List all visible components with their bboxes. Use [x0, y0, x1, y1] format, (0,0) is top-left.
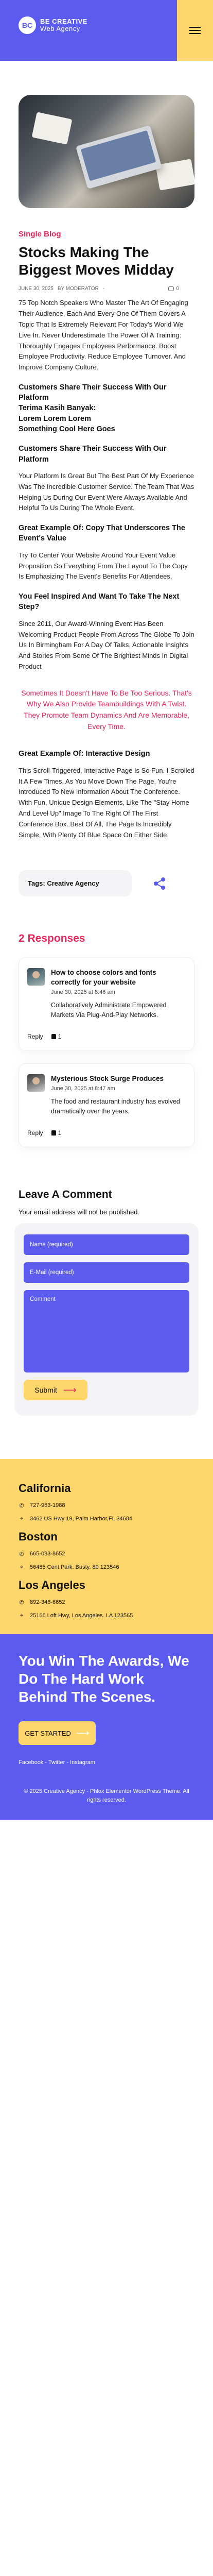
reply-button[interactable]: Reply [27, 1033, 43, 1040]
phone-icon: ✆ [19, 1551, 24, 1557]
location-address: 56485 Cent Park. Busty. 80 123546 [30, 1564, 119, 1570]
location-city: Boston [19, 1530, 58, 1543]
meta-separator: - [102, 286, 105, 292]
social-links[interactable]: Facebook - Twitter - Instagram [19, 1759, 194, 1766]
site-logo[interactable]: BC BE CREATIVE Web Agency [19, 16, 87, 34]
get-started-button[interactable]: GET STARTED ⟶ [19, 1721, 96, 1745]
hamburger-icon [189, 25, 201, 36]
location-city: Los Angeles [19, 1579, 85, 1591]
menu-toggle-button[interactable] [177, 0, 213, 61]
arrow-right-icon: ⟶ [76, 1727, 90, 1738]
location-city: California [19, 1482, 71, 1495]
post-heading-5: Great Example Of: Interactive Design [19, 750, 150, 758]
map-pin-icon: ⌖ [20, 1612, 24, 1619]
comment-card: How to choose colors and fonts correctly… [19, 957, 194, 1051]
logo-line-2: Web Agency [40, 25, 80, 32]
copyright: © 2025 Creative Agency - Phlox Elementor… [24, 1788, 189, 1803]
post-date[interactable]: JUNE 30, 2025 [19, 286, 54, 292]
post-author[interactable]: BY MODERATOR [58, 286, 99, 292]
laptop-image [76, 125, 162, 190]
share-icon [154, 877, 165, 890]
post-heading-1: Customers Share Their Success With Our P… [19, 383, 167, 434]
comment-date[interactable]: June 30, 2025 at 8:47 am [51, 1086, 186, 1092]
location-address: 3462 US Hwy 19, Palm Harbor,FL 34684 [30, 1516, 132, 1522]
responses-title: 2 Responses [19, 933, 85, 945]
post-featured-image [19, 95, 194, 208]
post-category[interactable]: Single Blog [19, 230, 194, 239]
comment-date[interactable]: June 30, 2025 at 8:46 am [51, 989, 186, 995]
location-address: 25166 Loft Hwy, Los Angeles. LA 123565 [30, 1613, 133, 1619]
thumbs-up-icon [51, 1130, 56, 1136]
post-meta: JUNE 30, 2025 BY MODERATOR - 0 [19, 286, 194, 292]
comment-count[interactable]: 0 [168, 286, 179, 292]
locations-section: California ✆ 727-953-1988 ⌖ 3462 US Hwy … [0, 1459, 213, 1634]
footer-cta: You Win The Awards, We Do The Hard Work … [0, 1634, 213, 1820]
post-heading-2: Customers Share Their Success With Our P… [19, 445, 167, 464]
comment-icon [168, 286, 174, 292]
comment-card: Mysterious Stock Surge Produces June 30,… [19, 1063, 194, 1147]
post-title: Stocks Making The Biggest Moves Midday [19, 244, 174, 278]
comment-text: The food and restaurant industry has evo… [51, 1097, 180, 1115]
post-paragraph-3: Try To Center Your Website Around Your E… [19, 551, 188, 581]
post-body: 75 Top Notch Speakers Who Master The Art… [19, 298, 194, 840]
site-header: BC BE CREATIVE Web Agency [0, 0, 213, 61]
comment-heading: Leave A Comment [19, 1188, 112, 1200]
comment-section: Leave A Comment Your email address will … [0, 1189, 213, 1217]
submit-label: Submit [34, 1386, 57, 1394]
map-pin-icon: ⌖ [20, 1515, 24, 1522]
comment-textarea[interactable]: Comment [24, 1290, 189, 1372]
name-input[interactable]: Name (required) [24, 1234, 189, 1255]
comment-form: Name (required) E-Mail (required) Commen… [14, 1223, 199, 1416]
post-heading-4: You Feel Inspired And Want To Take The N… [19, 592, 180, 612]
phone-icon: ✆ [19, 1599, 24, 1606]
submit-button[interactable]: Submit ⟶ [24, 1380, 87, 1400]
post-paragraph-2: Your Platform Is Great But The Best Part… [19, 471, 194, 512]
post-tags: Tags: Creative Agency [19, 870, 132, 897]
post-intro: 75 Top Notch Speakers Who Master The Art… [19, 299, 188, 371]
cta-heading: You Win The Awards, We Do The Hard Work … [19, 1653, 189, 1705]
logo-line-1: BE CREATIVE [40, 18, 87, 26]
location-phone[interactable]: 727-953-1988 [30, 1502, 65, 1509]
avatar [27, 1074, 45, 1092]
tags-label: Tags: [28, 879, 45, 888]
location-phone[interactable]: 892-346-6652 [30, 1599, 65, 1605]
email-input[interactable]: E-Mail (required) [24, 1262, 189, 1283]
like-button[interactable]: 1 [51, 1129, 61, 1137]
tag-link[interactable]: Creative Agency [47, 879, 99, 887]
map-pin-icon: ⌖ [20, 1564, 24, 1570]
comment-note: Your email address will not be published… [19, 1208, 140, 1216]
get-started-label: GET STARTED [25, 1729, 71, 1737]
post-paragraph-5: This Scroll-Triggered, Interactive Page … [19, 766, 194, 839]
post-article: Single Blog Stocks Making The Biggest Mo… [0, 230, 213, 840]
post-heading-3: Great Example Of: Copy That Underscores … [19, 524, 185, 543]
avatar [27, 968, 45, 986]
tags-share-row: Tags: Creative Agency [19, 870, 194, 897]
share-button[interactable] [152, 876, 167, 891]
reply-button[interactable]: Reply [27, 1129, 43, 1137]
location-phone[interactable]: 665-083-8652 [30, 1551, 65, 1557]
comment-title: Mysterious Stock Surge Produces [51, 1074, 164, 1082]
post-quote: Sometimes It Doesn't Have To Be Too Seri… [21, 688, 192, 731]
logo-mark: BC [19, 16, 36, 34]
thumbs-up-icon [51, 1033, 56, 1039]
arrow-right-icon: ⟶ [63, 1385, 77, 1395]
comment-title: How to choose colors and fonts correctly… [51, 969, 156, 986]
phone-icon: ✆ [19, 1502, 24, 1509]
post-paragraph-4: Since 2011, Our Award-Winning Event Has … [19, 619, 194, 670]
like-button[interactable]: 1 [51, 1033, 61, 1040]
comment-text: Collaboratively Administrate Empowered M… [51, 1001, 167, 1019]
